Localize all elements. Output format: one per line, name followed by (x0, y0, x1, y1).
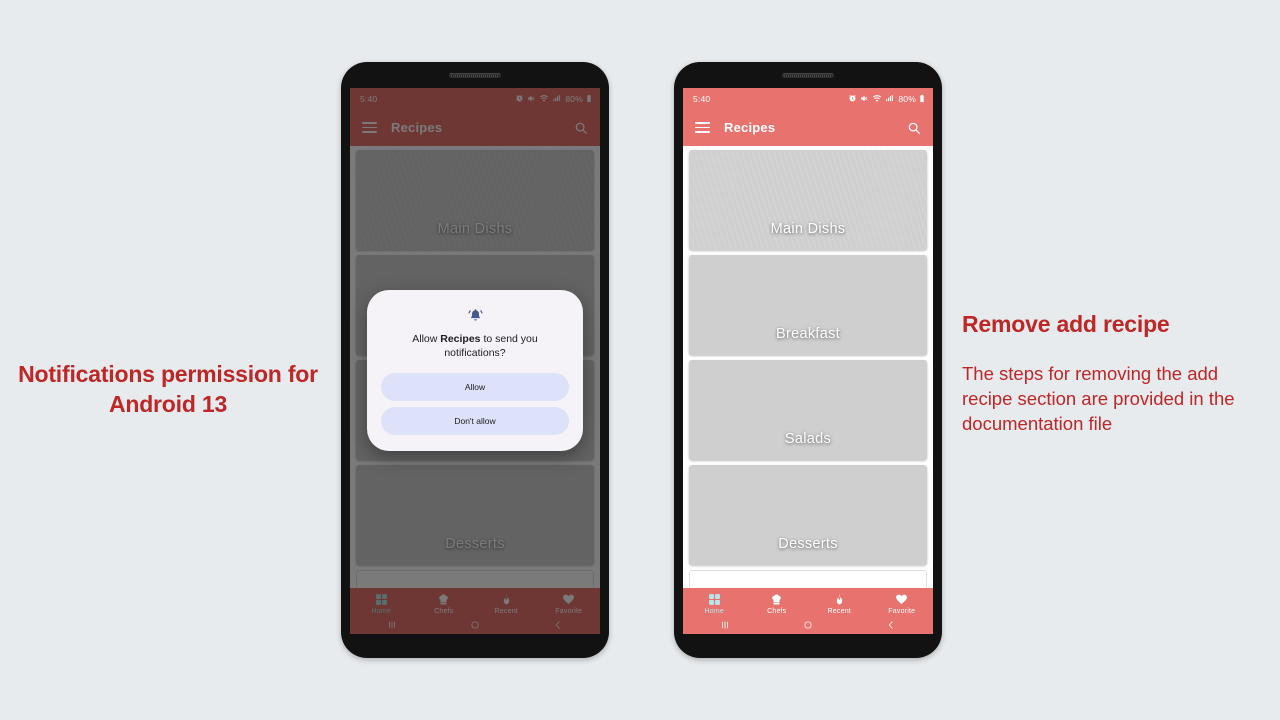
annotation-left: Notifications permission for Android 13 (8, 360, 328, 420)
screenshot-canvas: Notifications permission for Android 13 … (0, 0, 1280, 720)
annotation-left-title: Notifications permission for Android 13 (18, 361, 318, 417)
category-card-desserts[interactable]: Desserts (689, 465, 927, 565)
phone-screen-right: 5:40 80% Recipes Main Dishs Breakfast Sa… (683, 88, 933, 634)
heart-icon (896, 594, 908, 604)
bottom-navigation-bar[interactable]: Home Chefs Recent Favorite (683, 588, 933, 634)
grid-icon (708, 593, 720, 605)
notifications-permission-dialog: Allow Recipes to send you notifications?… (367, 290, 583, 451)
alarm-icon (849, 94, 857, 102)
dialog-message: Allow Recipes to send you notifications? (381, 333, 569, 361)
category-card-label: Desserts (778, 536, 838, 552)
system-navigation-bar[interactable] (683, 616, 933, 634)
dialog-app-name: Recipes (440, 333, 481, 345)
category-card-label: Breakfast (776, 326, 840, 342)
phone-speaker-grille (449, 73, 501, 78)
allow-button[interactable]: Allow (381, 372, 569, 401)
nav-item-favorite[interactable]: Favorite (871, 590, 934, 615)
nav-item-recent[interactable]: Recent (808, 590, 871, 615)
battery-percentage: 80% (898, 93, 916, 104)
phone-mockup-left: 5:40 80% Recipes (341, 62, 609, 658)
nav-label: Favorite (888, 607, 916, 615)
status-bar: 5:40 80% (683, 88, 933, 109)
annotation-right: Remove add recipe The steps for removing… (962, 310, 1272, 437)
nav-label: Chefs (767, 607, 787, 615)
wifi-icon (873, 95, 882, 102)
flame-icon (836, 593, 842, 604)
nav-label: Recent (827, 607, 851, 615)
nav-item-chefs[interactable]: Chefs (746, 590, 809, 615)
nav-label: Home (704, 607, 724, 615)
chef-hat-icon (772, 593, 782, 604)
app-bar: Recipes (683, 109, 933, 146)
page-title: Recipes (724, 120, 776, 135)
signal-icon (886, 95, 894, 102)
category-card-salads[interactable]: Salads (689, 360, 927, 460)
mute-icon (861, 95, 868, 102)
back-chevron-icon[interactable] (850, 619, 933, 631)
notification-bell-icon (381, 307, 569, 324)
category-card-label: Main Dishs (770, 221, 846, 237)
phone-screen-left: 5:40 80% Recipes (350, 88, 600, 634)
dialog-message-prefix: Allow (412, 333, 441, 345)
annotation-right-body: The steps for removing the add recipe se… (962, 362, 1235, 434)
dont-allow-button[interactable]: Don't allow (381, 406, 569, 435)
status-bar-time: 5:40 (693, 93, 711, 104)
phone-mockup-right: 5:40 80% Recipes Main Dishs Breakfast Sa… (674, 62, 942, 658)
battery-icon (920, 94, 924, 103)
category-card-partial[interactable] (689, 570, 927, 588)
category-card-main-dishs[interactable]: Main Dishs (689, 150, 927, 250)
annotation-right-title: Remove add recipe (962, 311, 1170, 337)
nav-item-home[interactable]: Home (683, 590, 746, 615)
category-card-breakfast[interactable]: Breakfast (689, 255, 927, 355)
phone-speaker-grille (782, 73, 834, 78)
category-card-list[interactable]: Main Dishs Breakfast Salads Desserts (683, 146, 933, 588)
status-bar-icons: 80% (848, 94, 925, 104)
search-icon[interactable] (907, 121, 921, 135)
category-card-label: Salads (784, 431, 832, 447)
hamburger-menu-icon[interactable] (695, 122, 710, 133)
recents-icon[interactable] (683, 619, 766, 631)
home-circle-icon[interactable] (766, 619, 849, 631)
